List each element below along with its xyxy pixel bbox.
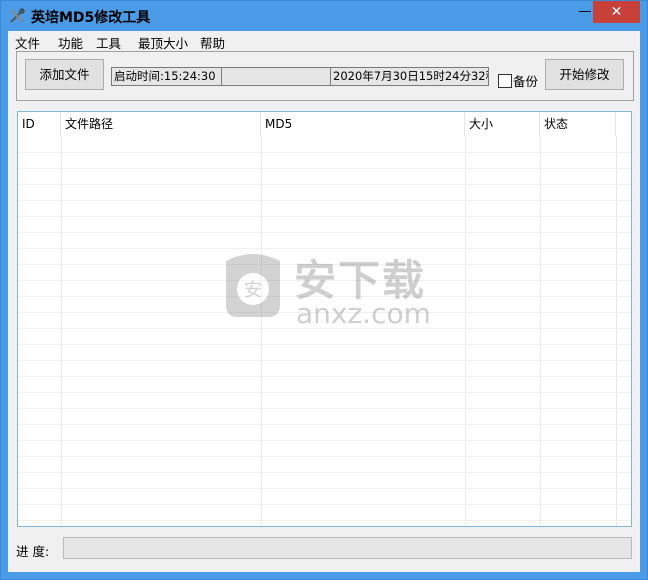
- backup-label[interactable]: 备份: [513, 71, 538, 90]
- grid-row-line: [18, 376, 631, 377]
- grid-row-line: [18, 360, 631, 361]
- menu-help[interactable]: 帮助: [200, 33, 225, 52]
- info-spacer: [222, 68, 331, 85]
- client-area: 文件 功能 工具 最顶大小 帮助 添加文件 启动时间:15:24:30 2020…: [8, 31, 640, 572]
- grid-row-line: [18, 456, 631, 457]
- grid-row-line: [18, 168, 631, 169]
- watermark-en: anxz.com: [296, 297, 431, 330]
- start-modify-button[interactable]: 开始修改: [545, 59, 624, 90]
- progress-label: 进 度:: [16, 544, 50, 559]
- progress-bar: [63, 537, 632, 559]
- menu-function[interactable]: 功能: [58, 33, 83, 52]
- menu-file[interactable]: 文件: [15, 33, 40, 52]
- col-header-path[interactable]: 文件路径: [61, 112, 261, 136]
- grid-row-line: [18, 472, 631, 473]
- menu-bar: 文件 功能 工具 最顶大小 帮助: [8, 31, 640, 51]
- grid-row-line: [18, 216, 631, 217]
- col-header-id[interactable]: ID: [18, 112, 61, 136]
- grid-column-line: [61, 136, 62, 526]
- start-time-text: 启动时间:15:24:30: [112, 68, 222, 85]
- shield-icon: 安: [226, 254, 280, 317]
- grid-column-line: [465, 136, 466, 526]
- watermark: 安 安下载 anxz.com: [218, 247, 448, 337]
- grid-row-line: [18, 488, 631, 489]
- add-file-button[interactable]: 添加文件: [25, 59, 104, 90]
- col-header-md5[interactable]: MD5: [261, 112, 465, 136]
- grid-row-line: [18, 392, 631, 393]
- grid-row-line: [18, 344, 631, 345]
- grid-row-line: [18, 504, 631, 505]
- app-window: 英培MD5修改工具 — ✕ 文件 功能 工具 最顶大小 帮助 添加文件 启动时间…: [0, 0, 648, 580]
- grid-column-line: [540, 136, 541, 526]
- col-header-size[interactable]: 大小: [465, 112, 540, 136]
- info-status-box: 启动时间:15:24:30 2020年7月30日15时24分32秒: [111, 67, 489, 86]
- menu-topmost-size[interactable]: 最顶大小: [138, 33, 188, 52]
- grid-row-line: [18, 184, 631, 185]
- tools-icon: [10, 8, 25, 23]
- file-list[interactable]: ID 文件路径 MD5 大小 状态 安 安下载 anxz.com: [17, 111, 632, 527]
- list-header: ID 文件路径 MD5 大小 状态: [18, 112, 631, 136]
- grid-row-line: [18, 152, 631, 153]
- grid-row-line: [18, 232, 631, 233]
- grid-row-line: [18, 424, 631, 425]
- toolbar-group: 添加文件 启动时间:15:24:30 2020年7月30日15时24分32秒 备…: [16, 51, 634, 101]
- grid-column-line: [616, 136, 617, 526]
- grid-row-line: [18, 440, 631, 441]
- col-header-status[interactable]: 状态: [540, 112, 616, 136]
- close-button[interactable]: ✕: [593, 1, 640, 23]
- title-bar[interactable]: 英培MD5修改工具 — ✕: [1, 1, 647, 31]
- grid-row-line: [18, 200, 631, 201]
- grid-row-line: [18, 520, 631, 521]
- backup-checkbox[interactable]: [498, 74, 512, 88]
- window-title: 英培MD5修改工具: [31, 10, 151, 26]
- shield-char: 安: [244, 280, 262, 301]
- grid-row-line: [18, 408, 631, 409]
- datetime-text: 2020年7月30日15时24分32秒: [333, 69, 488, 83]
- menu-tools[interactable]: 工具: [96, 33, 121, 52]
